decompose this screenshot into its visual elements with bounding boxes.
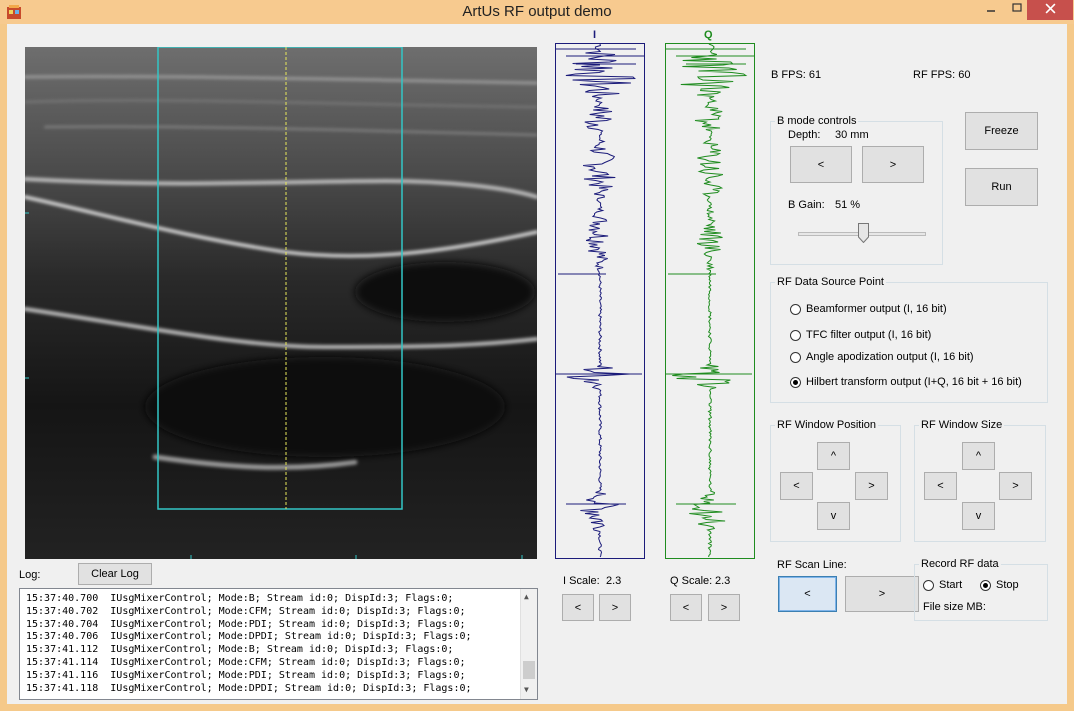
log-line: 15:37:41.114 IUsgMixerControl; Mode:CFM;… <box>26 656 466 668</box>
radio-label: Stop <box>996 579 1019 591</box>
radio-hilbert-transform[interactable]: Hilbert transform output (I+Q, 16 bit + … <box>790 376 1022 388</box>
log-scrollbar[interactable]: ▲ ▼ <box>520 589 537 699</box>
rf-trace-line <box>672 43 748 558</box>
scroll-thumb[interactable] <box>523 661 535 679</box>
rf-window-size-label: RF Window Size <box>919 419 1005 431</box>
log-line: 15:37:40.706 IUsgMixerControl; Mode:DPDI… <box>26 631 472 643</box>
run-button[interactable]: Run <box>965 168 1038 206</box>
scroll-up-icon[interactable]: ▲ <box>524 591 529 604</box>
title-bar: ArtUs RF output demo <box>0 0 1074 24</box>
q-signal-title: Q <box>704 29 713 41</box>
log-line: 15:37:41.112 IUsgMixerControl; Mode:B; S… <box>26 644 454 656</box>
rf-window-size-up-button[interactable]: ^ <box>962 442 995 470</box>
rf-window-size-down-button[interactable]: v <box>962 502 995 530</box>
radio-indicator <box>790 329 801 341</box>
rf-window-size-right-button[interactable]: > <box>999 472 1032 500</box>
log-textbox[interactable]: 15:37:40.700 IUsgMixerControl; Mode:B; S… <box>19 588 538 700</box>
bmode-image[interactable] <box>25 47 537 559</box>
rf-scan-line-prev-button[interactable]: < <box>778 576 837 612</box>
rf-window-position-up-button[interactable]: ^ <box>817 442 850 470</box>
depth-increase-button[interactable]: > <box>862 146 924 183</box>
window-title: ArtUs RF output demo <box>462 3 612 20</box>
radio-indicator <box>790 303 801 315</box>
radio-beamformer[interactable]: Beamformer output (I, 16 bit) <box>790 303 947 315</box>
b-gain-value: 51 % <box>835 199 861 211</box>
maximize-icon <box>1012 3 1022 12</box>
clear-log-button[interactable]: Clear Log <box>78 563 152 585</box>
slider-thumb-icon <box>857 223 869 244</box>
depth-label: Depth: <box>788 129 821 141</box>
radio-label: Hilbert transform output (I+Q, 16 bit + … <box>806 376 1022 388</box>
close-button[interactable] <box>1027 0 1073 20</box>
i-signal-trace <box>556 43 644 558</box>
ultrasound-image <box>25 47 537 559</box>
i-scale-increase-button[interactable]: > <box>599 594 631 621</box>
q-signal-plot <box>665 43 755 559</box>
file-size-label: File size MB: <box>923 601 986 613</box>
radio-label: Angle apodization output (I, 16 bit) <box>806 351 974 363</box>
rf-scan-line-label: RF Scan Line: <box>777 559 847 571</box>
rf-fps-readout: RF FPS: 60 <box>913 69 971 81</box>
i-signal-plot <box>555 43 645 559</box>
minimize-icon <box>987 10 995 12</box>
i-scale-label: I Scale: <box>563 575 600 587</box>
depth-decrease-button[interactable]: < <box>790 146 852 183</box>
minimize-button[interactable] <box>978 0 1004 20</box>
scroll-down-icon[interactable]: ▼ <box>524 684 529 697</box>
rf-window-position-right-button[interactable]: > <box>855 472 888 500</box>
radio-indicator <box>923 579 934 591</box>
i-scale-decrease-button[interactable]: < <box>562 594 594 621</box>
log-lines: 15:37:40.700 IUsgMixerControl; Mode:B; S… <box>26 593 472 695</box>
record-rf-label: Record RF data <box>919 558 1001 570</box>
radio-angle-apodization[interactable]: Angle apodization output (I, 16 bit) <box>790 351 974 363</box>
bmode-controls-group <box>770 121 943 265</box>
log-line: 15:37:40.700 IUsgMixerControl; Mode:B; S… <box>26 593 454 604</box>
rf-window-position-down-button[interactable]: v <box>817 502 850 530</box>
b-fps-readout: B FPS: 61 <box>771 69 822 81</box>
rf-window-size-left-button[interactable]: < <box>924 472 957 500</box>
radio-label: TFC filter output (I, 16 bit) <box>806 329 932 341</box>
log-line: 15:37:40.704 IUsgMixerControl; Mode:PDI;… <box>26 618 466 630</box>
radio-indicator <box>790 351 801 363</box>
client-area: I Q I Scale: 2.3 < > Q Scale: 2.3 < > B … <box>7 24 1067 704</box>
depth-value: 30 mm <box>835 129 869 141</box>
log-line: 15:37:40.702 IUsgMixerControl; Mode:CFM;… <box>26 605 466 617</box>
log-label: Log: <box>19 569 41 581</box>
b-gain-slider-thumb[interactable] <box>857 223 869 244</box>
freeze-button[interactable]: Freeze <box>965 112 1038 150</box>
rf-window-position-label: RF Window Position <box>775 419 879 431</box>
rf-source-label: RF Data Source Point <box>775 276 886 288</box>
record-stop-radio[interactable]: Stop <box>980 579 1019 591</box>
q-scale-value: 2.3 <box>715 575 731 587</box>
radio-tfc-filter[interactable]: TFC filter output (I, 16 bit) <box>790 329 931 341</box>
q-signal-trace <box>666 43 754 558</box>
q-scale-decrease-button[interactable]: < <box>670 594 702 621</box>
bmode-controls-label: B mode controls <box>775 115 859 127</box>
close-icon <box>1045 3 1055 14</box>
i-scale-value: 2.3 <box>606 575 622 587</box>
b-gain-label: B Gain: <box>788 199 825 211</box>
rf-window-position-left-button[interactable]: < <box>780 472 813 500</box>
rf-trace-line <box>565 43 636 558</box>
i-signal-title: I <box>593 29 597 41</box>
log-line: 15:37:41.116 IUsgMixerControl; Mode:PDI;… <box>26 669 466 681</box>
radio-indicator-selected <box>790 376 801 388</box>
radio-label: Start <box>939 579 963 591</box>
rf-scan-line-next-button[interactable]: > <box>845 576 919 612</box>
radio-label: Beamformer output (I, 16 bit) <box>806 303 947 315</box>
radio-indicator-selected <box>980 579 991 591</box>
record-start-radio[interactable]: Start <box>923 579 962 591</box>
q-scale-label: Q Scale: <box>670 575 713 587</box>
log-line: 15:37:41.118 IUsgMixerControl; Mode:DPDI… <box>26 682 472 694</box>
q-scale-increase-button[interactable]: > <box>708 594 740 621</box>
